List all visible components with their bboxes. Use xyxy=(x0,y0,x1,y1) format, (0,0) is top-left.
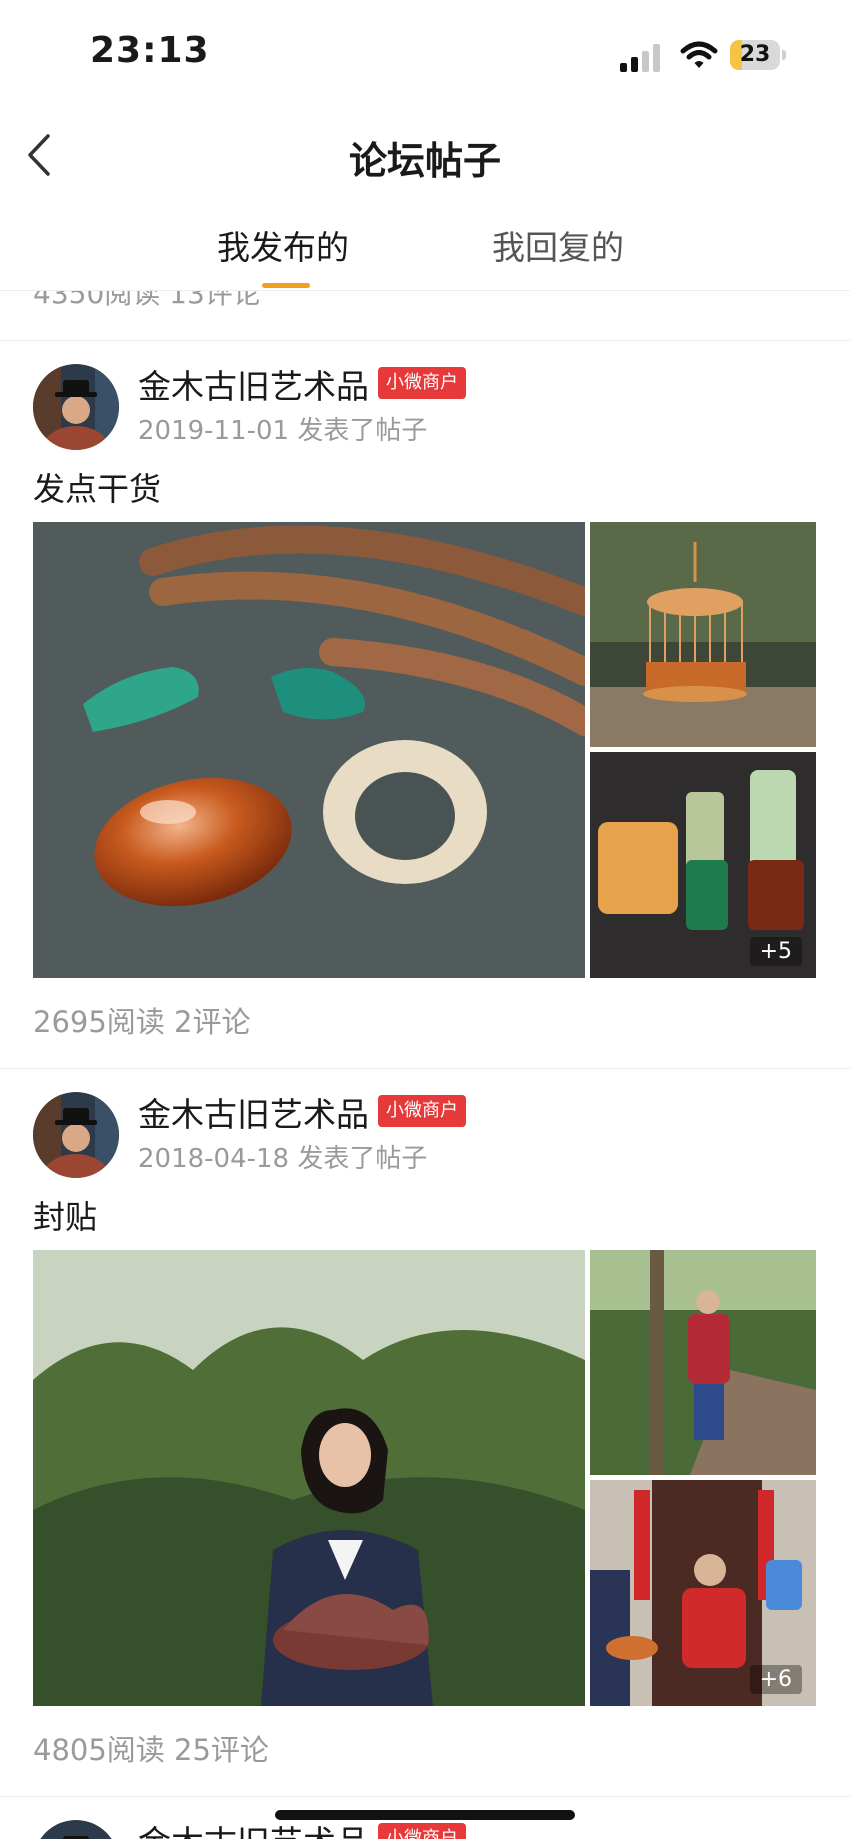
merchant-badge: 小微商户 xyxy=(378,1095,466,1127)
tab-active-indicator xyxy=(262,283,310,288)
post-divider xyxy=(0,1068,850,1069)
post-card[interactable]: 金木古旧艺术品 小微商户 2019-11-01 发表了帖子 发点干货 +5 26… xyxy=(0,342,850,1069)
battery-level: 23 xyxy=(739,42,771,67)
home-indicator xyxy=(275,1810,575,1820)
post-image-beads[interactable] xyxy=(33,522,585,978)
battery-icon: 23 xyxy=(730,40,790,72)
post-image-elder-doorway[interactable]: +6 xyxy=(590,1480,816,1706)
post-stats: 2695阅读 2评论 xyxy=(33,1005,251,1039)
post-image-woman-plant[interactable] xyxy=(33,1250,585,1706)
post-image-seals[interactable]: +5 xyxy=(590,752,816,978)
merchant-badge: 小微商户 xyxy=(378,1823,466,1839)
avatar[interactable] xyxy=(33,364,119,450)
status-bar: 23:13 23 xyxy=(0,0,850,110)
post-image-elder-garden[interactable] xyxy=(590,1250,816,1475)
post-title[interactable]: 发点干货 xyxy=(33,464,161,510)
avatar[interactable] xyxy=(33,1820,119,1839)
more-images-count: +5 xyxy=(749,937,802,966)
author-name[interactable]: 金木古旧艺术品 xyxy=(138,1088,369,1136)
author-name[interactable]: 金木古旧艺术品 xyxy=(138,360,369,408)
signal-icon xyxy=(620,44,664,72)
post-title[interactable]: 封贴 xyxy=(33,1192,97,1238)
nav-bar: 论坛帖子 xyxy=(0,110,850,200)
post-date: 2018-04-18 发表了帖子 xyxy=(138,1144,428,1174)
tab-my-replies[interactable]: 我回复的 xyxy=(492,221,624,269)
post-stats: 4805阅读 25评论 xyxy=(33,1733,269,1767)
avatar[interactable] xyxy=(33,1092,119,1178)
wifi-icon xyxy=(680,40,718,72)
page-title: 论坛帖子 xyxy=(348,139,501,183)
status-time: 23:13 xyxy=(90,30,210,71)
tab-my-posts[interactable]: 我发布的 xyxy=(217,221,349,269)
post-image-birdcage[interactable] xyxy=(590,522,816,747)
post-date: 2019-11-01 发表了帖子 xyxy=(138,416,428,446)
post-divider xyxy=(0,340,850,341)
merchant-badge: 小微商户 xyxy=(378,367,466,399)
post-card[interactable]: 金木古旧艺术品 小微商户 2018-04-18 发表了帖子 封贴 +6 4805… xyxy=(0,1070,850,1798)
post-divider xyxy=(0,1796,850,1797)
more-images-count: +6 xyxy=(749,1665,802,1694)
tab-bar: 我发布的 我回复的 xyxy=(0,205,850,291)
